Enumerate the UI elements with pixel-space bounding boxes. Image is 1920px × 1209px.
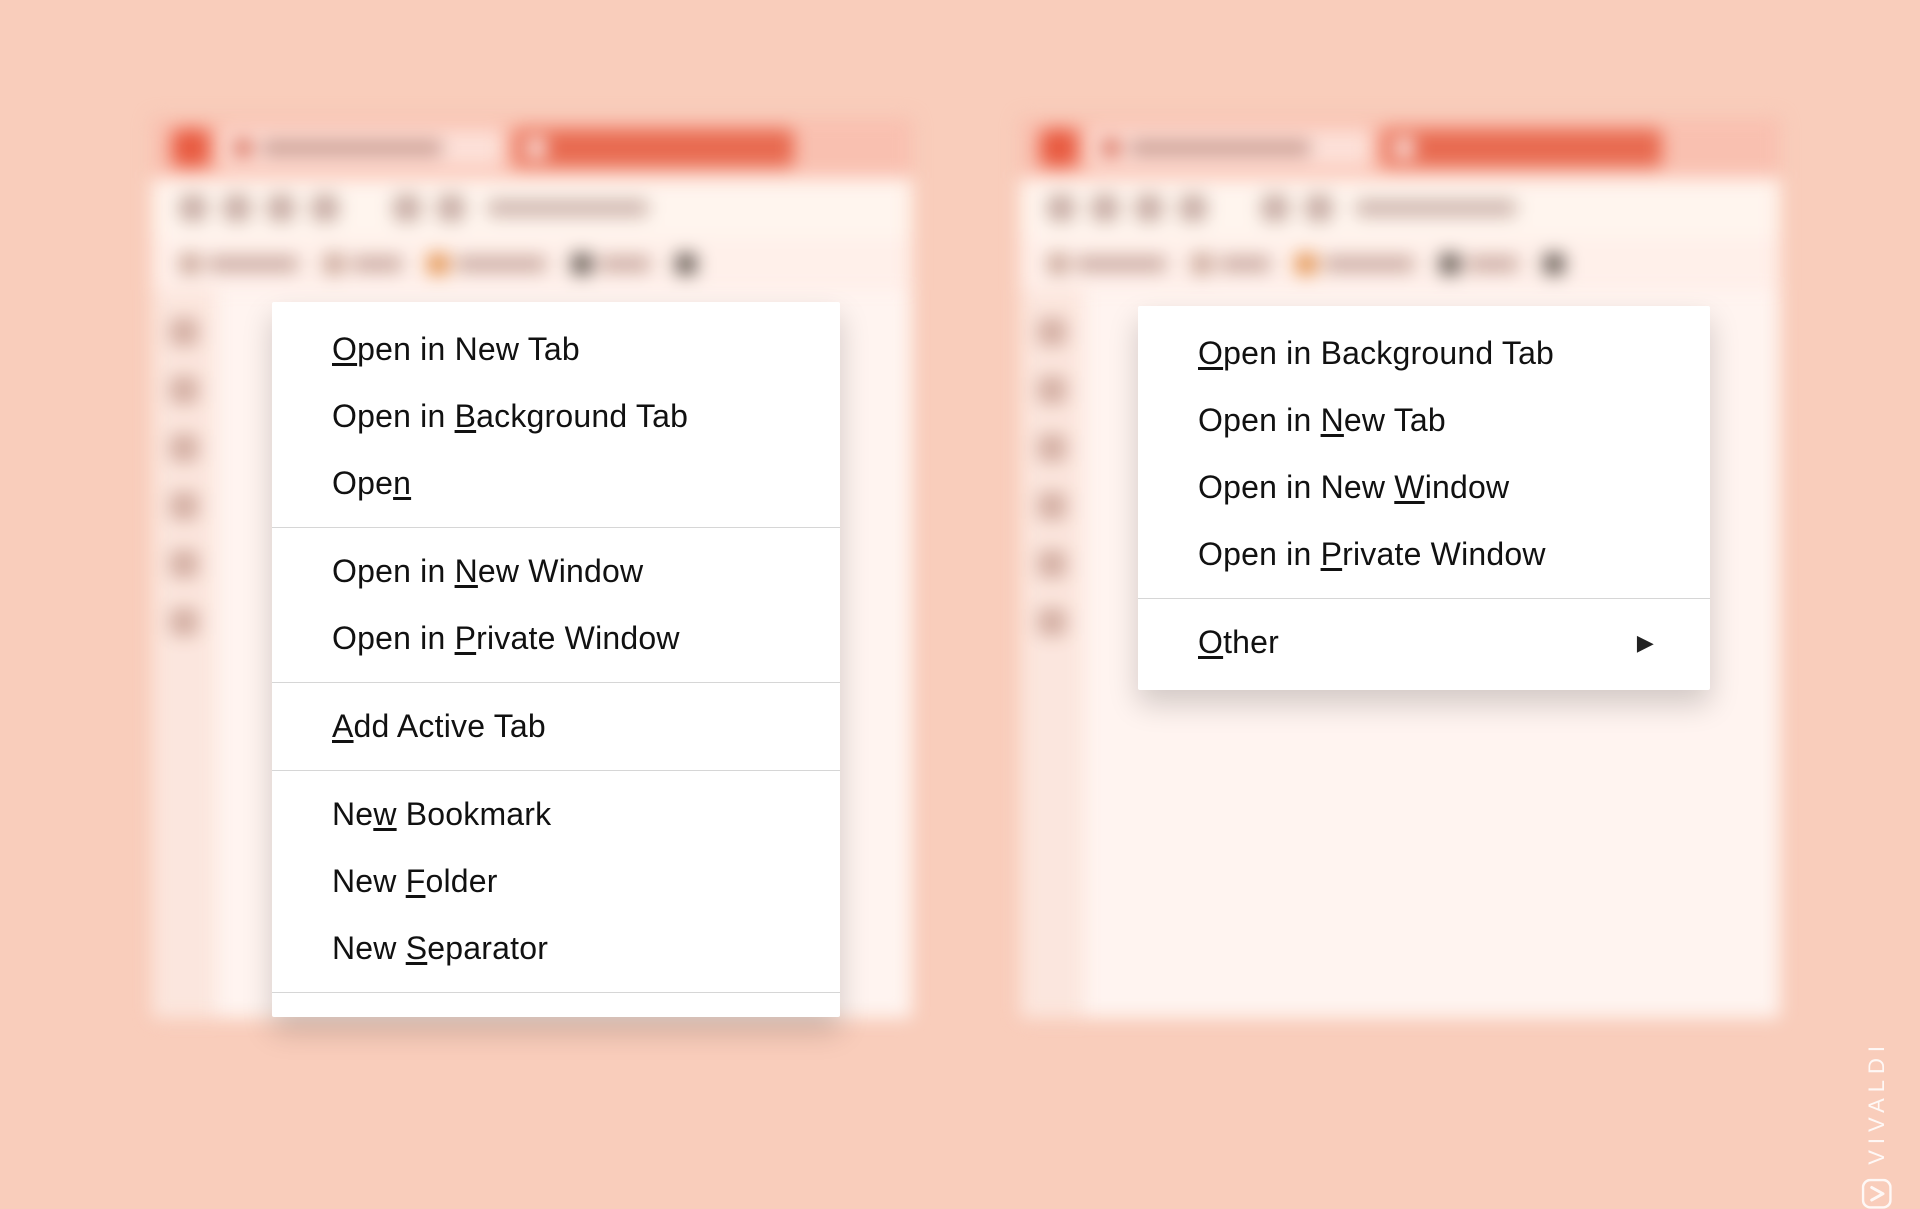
bookmark-label-blur — [600, 257, 650, 271]
menu-item-open-new-window[interactable]: Open in New Window — [1138, 454, 1710, 521]
bookmark-label-blur — [352, 257, 402, 271]
nav-toolbar — [152, 178, 912, 238]
menu-separator — [1138, 598, 1710, 599]
stack-overflow-icon — [1296, 254, 1316, 274]
history-panel-icon — [170, 434, 198, 462]
side-panel — [152, 290, 216, 1018]
back-icon — [1048, 195, 1074, 221]
bookmark-icon — [676, 254, 696, 274]
menu-separator — [272, 527, 840, 528]
folder-icon — [180, 254, 200, 274]
menu-item-open-background-tab[interactable]: Open in Background Tab — [1138, 320, 1710, 387]
bookmark-label-blur — [208, 257, 298, 271]
menu-item-new-separator[interactable]: New Separator — [272, 915, 840, 982]
window-panel-icon — [170, 550, 198, 578]
folder-icon — [1048, 254, 1068, 274]
bookmarks-bar — [1020, 238, 1780, 290]
home-icon — [1180, 195, 1206, 221]
bookmark-icon — [1544, 254, 1564, 274]
menu-item-new-bookmark[interactable]: New Bookmark — [272, 781, 840, 848]
tab-bar — [152, 118, 912, 178]
reload-icon — [1136, 195, 1162, 221]
watermark-text: VIVALDI — [1864, 1040, 1890, 1165]
menu-item-open-new-tab[interactable]: Open in New Tab — [1138, 387, 1710, 454]
reload-icon — [268, 195, 294, 221]
menu-item-open-private-window[interactable]: Open in Private Window — [272, 605, 840, 672]
lock-icon — [1306, 195, 1332, 221]
bookmarks-panel-icon — [1038, 318, 1066, 346]
vivaldi-logo-icon — [172, 129, 210, 167]
menu-item-open[interactable]: Open — [272, 450, 840, 517]
menu-separator — [272, 770, 840, 771]
bookmark-label-blur — [1324, 257, 1414, 271]
bookmark-label-blur — [1076, 257, 1166, 271]
menu-item-open-background-tab[interactable]: Open in Background Tab — [272, 383, 840, 450]
url-text-blur — [1356, 200, 1516, 216]
tab-active — [1382, 129, 1662, 167]
bookmark-label-blur — [456, 257, 546, 271]
forward-icon — [1092, 195, 1118, 221]
tab-inactive — [222, 129, 502, 167]
lock-icon — [438, 195, 464, 221]
menu-item-open-new-tab[interactable]: Open in New Tab — [272, 316, 840, 383]
nav-toolbar — [1020, 178, 1780, 238]
home-icon — [312, 195, 338, 221]
back-icon — [180, 195, 206, 221]
menu-separator — [272, 682, 840, 683]
notes-panel-icon — [170, 492, 198, 520]
forward-icon — [224, 195, 250, 221]
folder-icon — [1192, 254, 1212, 274]
shield-icon — [394, 195, 420, 221]
tab-bar — [1020, 118, 1780, 178]
window-panel-icon — [1038, 550, 1066, 578]
github-icon — [1440, 254, 1460, 274]
add-panel-icon — [170, 608, 198, 636]
history-panel-icon — [1038, 434, 1066, 462]
notes-panel-icon — [1038, 492, 1066, 520]
chevron-right-icon: ▶ — [1637, 630, 1654, 656]
bookmark-label-blur — [1220, 257, 1270, 271]
vivaldi-logo-icon — [1040, 129, 1078, 167]
menu-item-add-active-tab[interactable]: Add Active Tab — [272, 693, 840, 760]
folder-icon — [324, 254, 344, 274]
context-menu-full: Open in New Tab Open in Background Tab O… — [272, 302, 840, 1017]
shield-icon — [1262, 195, 1288, 221]
downloads-panel-icon — [1038, 376, 1066, 404]
menu-item-other-submenu[interactable]: Other ▶ — [1138, 609, 1710, 676]
new-tab-icon — [1394, 138, 1414, 158]
favicon-icon — [1102, 139, 1120, 157]
tab-title-blur — [262, 141, 442, 155]
favicon-icon — [234, 139, 252, 157]
downloads-panel-icon — [170, 376, 198, 404]
context-menu-compact: Open in Background Tab Open in New Tab O… — [1138, 306, 1710, 690]
menu-item-open-private-window[interactable]: Open in Private Window — [1138, 521, 1710, 588]
bookmark-label-blur — [1468, 257, 1518, 271]
tab-inactive — [1090, 129, 1370, 167]
bookmarks-bar — [152, 238, 912, 290]
vivaldi-watermark: VIVALDI — [1862, 1040, 1892, 1209]
tab-title-blur — [1130, 141, 1310, 155]
new-tab-icon — [526, 138, 546, 158]
menu-item-new-folder[interactable]: New Folder — [272, 848, 840, 915]
tab-active — [514, 129, 794, 167]
bookmarks-panel-icon — [170, 318, 198, 346]
side-panel — [1020, 290, 1084, 1018]
menu-separator — [272, 992, 840, 993]
github-icon — [572, 254, 592, 274]
vivaldi-logo-icon — [1862, 1179, 1892, 1209]
url-text-blur — [488, 200, 648, 216]
stack-overflow-icon — [428, 254, 448, 274]
add-panel-icon — [1038, 608, 1066, 636]
menu-item-open-new-window[interactable]: Open in New Window — [272, 538, 840, 605]
